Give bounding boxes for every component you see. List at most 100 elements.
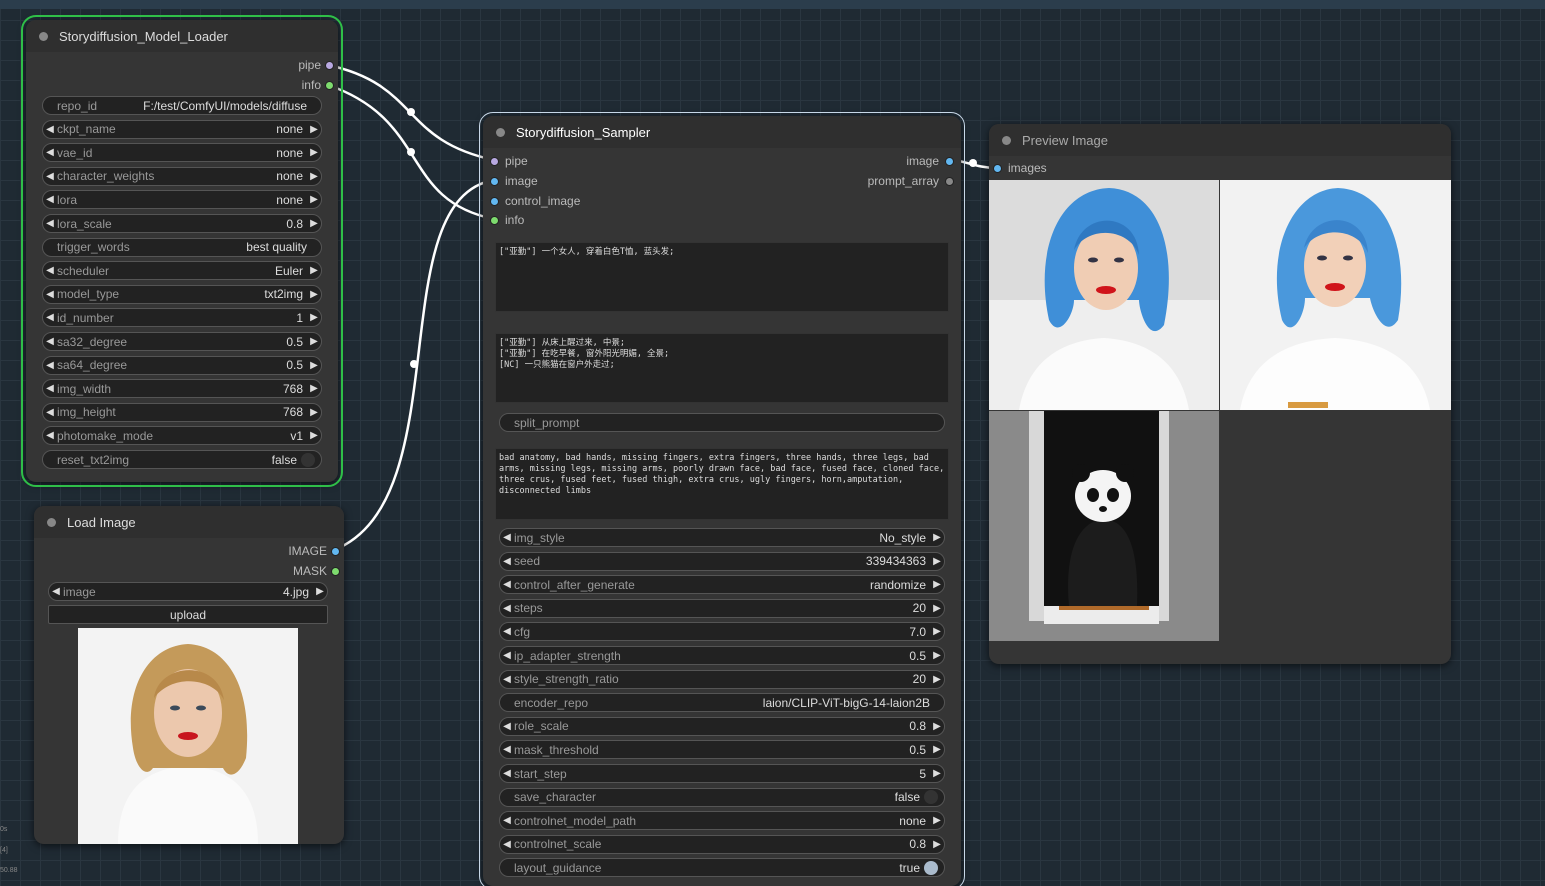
widget-repo-id[interactable]: repo_id F:/test/ComfyUI/models/diffuse [42, 96, 322, 115]
arrow-right-icon[interactable]: ▶ [307, 265, 321, 276]
node-title-bar[interactable]: Storydiffusion_Model_Loader [26, 20, 338, 52]
arrow-right-icon[interactable]: ▶ [930, 839, 944, 850]
arrow-left-icon[interactable]: ◀ [43, 171, 57, 182]
arrow-right-icon[interactable]: ▶ [930, 815, 944, 826]
arrow-right-icon[interactable]: ▶ [307, 407, 321, 418]
arrow-left-icon[interactable]: ◀ [500, 532, 514, 543]
node-title-bar[interactable]: Load Image [34, 506, 344, 538]
widget-sa64-degree[interactable]: ◀ sa64_degree 0.5 ▶ [42, 355, 322, 375]
output-info[interactable]: info [302, 76, 334, 94]
collapse-dot-icon[interactable] [1002, 135, 1011, 145]
scene-prompts-textarea[interactable]: ["亚勤"] 从床上醒过来, 中景; ["亚勤"] 在吃早餐, 窗外阳光明媚, … [495, 333, 949, 403]
preview-image-3[interactable] [989, 411, 1219, 641]
collapse-dot-icon[interactable] [496, 127, 505, 137]
widget-photomake-mode[interactable]: ◀ photomake_mode v1 ▶ [42, 426, 322, 446]
arrow-left-icon[interactable]: ◀ [43, 430, 57, 441]
widget-layout-guidance[interactable]: layout_guidance true [499, 858, 945, 878]
arrow-left-icon[interactable]: ◀ [43, 312, 57, 323]
widget-vae-id[interactable]: ◀ vae_id none ▶ [42, 143, 322, 163]
arrow-right-icon[interactable]: ▶ [930, 556, 944, 567]
widget-style-strength-ratio[interactable]: ◀ style_strength_ratio 20 ▶ [499, 669, 945, 689]
arrow-right-icon[interactable]: ▶ [307, 383, 321, 394]
arrow-right-icon[interactable]: ▶ [307, 336, 321, 347]
arrow-right-icon[interactable]: ▶ [930, 650, 944, 661]
arrow-right-icon[interactable]: ▶ [930, 744, 944, 755]
widget-steps[interactable]: ◀ steps 20 ▶ [499, 598, 945, 618]
widget-role-scale[interactable]: ◀ role_scale 0.8 ▶ [499, 716, 945, 736]
widget-id-number[interactable]: ◀ id_number 1 ▶ [42, 308, 322, 328]
arrow-right-icon[interactable]: ▶ [307, 430, 321, 441]
widget-control-after-generate[interactable]: ◀ control_after_generate randomize ▶ [499, 575, 945, 595]
arrow-left-icon[interactable]: ◀ [500, 744, 514, 755]
arrow-right-icon[interactable]: ▶ [307, 171, 321, 182]
arrow-left-icon[interactable]: ◀ [500, 626, 514, 637]
arrow-right-icon[interactable]: ▶ [307, 194, 321, 205]
input-slot-icon[interactable] [490, 156, 499, 166]
arrow-left-icon[interactable]: ◀ [500, 674, 514, 685]
widget-ckpt-name[interactable]: ◀ ckpt_name none ▶ [42, 119, 322, 139]
arrow-left-icon[interactable]: ◀ [43, 218, 57, 229]
arrow-left-icon[interactable]: ◀ [43, 265, 57, 276]
collapse-dot-icon[interactable] [47, 517, 56, 527]
widget-save-character[interactable]: save_character false [499, 787, 945, 807]
input-slot-icon[interactable] [490, 176, 499, 186]
widget-cfg[interactable]: ◀ cfg 7.0 ▶ [499, 622, 945, 642]
preview-image-2[interactable] [1220, 180, 1451, 410]
output-slot-icon[interactable] [331, 566, 340, 576]
arrow-right-icon[interactable]: ▶ [307, 312, 321, 323]
arrow-right-icon[interactable]: ▶ [930, 626, 944, 637]
arrow-left-icon[interactable]: ◀ [500, 721, 514, 732]
output-image[interactable]: IMAGE [288, 542, 340, 560]
input-pipe[interactable]: pipe [490, 152, 528, 170]
widget-mask-threshold[interactable]: ◀ mask_threshold 0.5 ▶ [499, 740, 945, 760]
arrow-left-icon[interactable]: ◀ [500, 556, 514, 567]
toggle-knob-icon[interactable] [924, 790, 938, 805]
input-images[interactable]: images [993, 159, 1047, 177]
widget-ip-adapter-strength[interactable]: ◀ ip_adapter_strength 0.5 ▶ [499, 646, 945, 665]
widget-img-height[interactable]: ◀ img_height 768 ▶ [42, 402, 322, 422]
output-slot-icon[interactable] [325, 60, 334, 70]
upload-button[interactable]: upload [48, 605, 328, 624]
arrow-right-icon[interactable]: ▶ [930, 532, 944, 543]
output-slot-icon[interactable] [331, 546, 340, 556]
arrow-right-icon[interactable]: ▶ [313, 586, 327, 597]
split-prompt-field[interactable]: split_prompt [499, 413, 945, 432]
widget-img-style[interactable]: ◀ img_style No_style ▶ [499, 528, 945, 547]
toggle-knob-icon[interactable] [924, 860, 938, 875]
input-slot-icon[interactable] [993, 163, 1002, 173]
widget-model-type[interactable]: ◀ model_type txt2img ▶ [42, 284, 322, 304]
arrow-right-icon[interactable]: ▶ [307, 124, 321, 135]
preview-image-1[interactable] [989, 180, 1219, 410]
arrow-right-icon[interactable]: ▶ [307, 218, 321, 229]
output-slot-icon[interactable] [945, 156, 954, 166]
arrow-right-icon[interactable]: ▶ [307, 147, 321, 158]
input-info[interactable]: info [490, 211, 524, 229]
arrow-right-icon[interactable]: ▶ [930, 674, 944, 685]
collapse-dot-icon[interactable] [39, 31, 48, 41]
arrow-right-icon[interactable]: ▶ [307, 289, 321, 300]
negative-prompt-textarea[interactable]: bad anatomy, bad hands, missing fingers,… [495, 448, 949, 520]
arrow-left-icon[interactable]: ◀ [500, 650, 514, 661]
widget-lora-scale[interactable]: ◀ lora_scale 0.8 ▶ [42, 214, 322, 233]
widget-seed[interactable]: ◀ seed 339434363 ▶ [499, 551, 945, 571]
arrow-left-icon[interactable]: ◀ [43, 124, 57, 135]
arrow-left-icon[interactable]: ◀ [43, 360, 57, 371]
arrow-right-icon[interactable]: ▶ [930, 721, 944, 732]
node-title-bar[interactable]: Storydiffusion_Sampler [483, 116, 961, 148]
arrow-left-icon[interactable]: ◀ [500, 603, 514, 614]
character-prompt-textarea[interactable]: ["亚勤"] 一个女人, 穿着白色T恤, 蓝头发; [495, 242, 949, 312]
arrow-left-icon[interactable]: ◀ [49, 586, 63, 597]
arrow-left-icon[interactable]: ◀ [43, 147, 57, 158]
arrow-right-icon[interactable]: ▶ [930, 768, 944, 779]
widget-character-weights[interactable]: ◀ character_weights none ▶ [42, 166, 322, 186]
widget-encoder-repo[interactable]: encoder_repo laion/CLIP-ViT-bigG-14-laion… [499, 693, 945, 713]
output-pipe[interactable]: pipe [298, 56, 334, 74]
arrow-left-icon[interactable]: ◀ [500, 579, 514, 590]
widget-img-width[interactable]: ◀ img_width 768 ▶ [42, 379, 322, 399]
toggle-knob-icon[interactable] [301, 452, 315, 467]
output-slot-icon[interactable] [945, 176, 954, 186]
output-mask[interactable]: MASK [293, 562, 340, 580]
arrow-right-icon[interactable]: ▶ [930, 579, 944, 590]
arrow-left-icon[interactable]: ◀ [500, 839, 514, 850]
widget-reset-txt2img[interactable]: reset_txt2img false [42, 450, 322, 469]
